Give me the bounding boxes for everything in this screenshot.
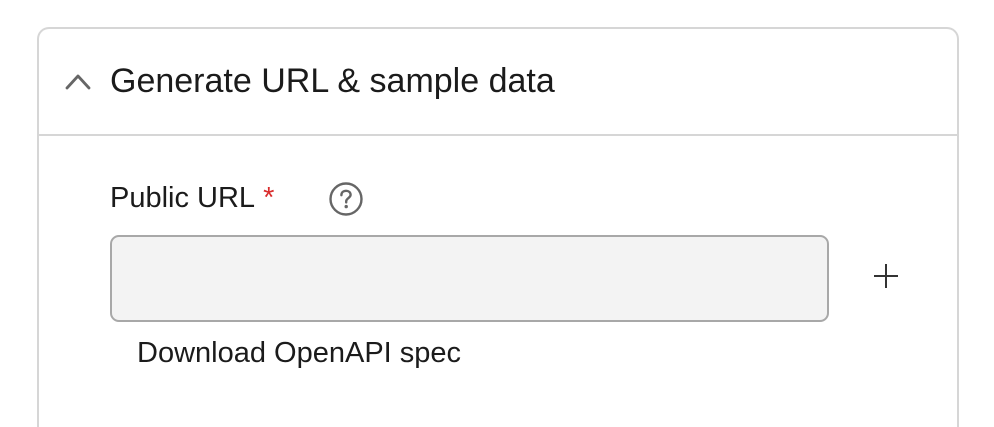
public-url-input[interactable] (110, 235, 829, 322)
question-circle-icon[interactable] (328, 181, 364, 217)
public-url-label-text: Public URL (110, 182, 256, 214)
chevron-up-icon[interactable] (65, 71, 91, 91)
public-url-label: Public URL * (110, 181, 274, 215)
panel-header-toggle[interactable]: Generate URL & sample data (39, 29, 957, 136)
generate-url-panel: Generate URL & sample data Public URL * D… (37, 27, 959, 427)
panel-title: Generate URL & sample data (110, 62, 555, 100)
required-marker: * (263, 182, 275, 214)
plus-icon[interactable] (869, 259, 903, 293)
download-openapi-spec-link[interactable]: Download OpenAPI spec (137, 336, 461, 370)
